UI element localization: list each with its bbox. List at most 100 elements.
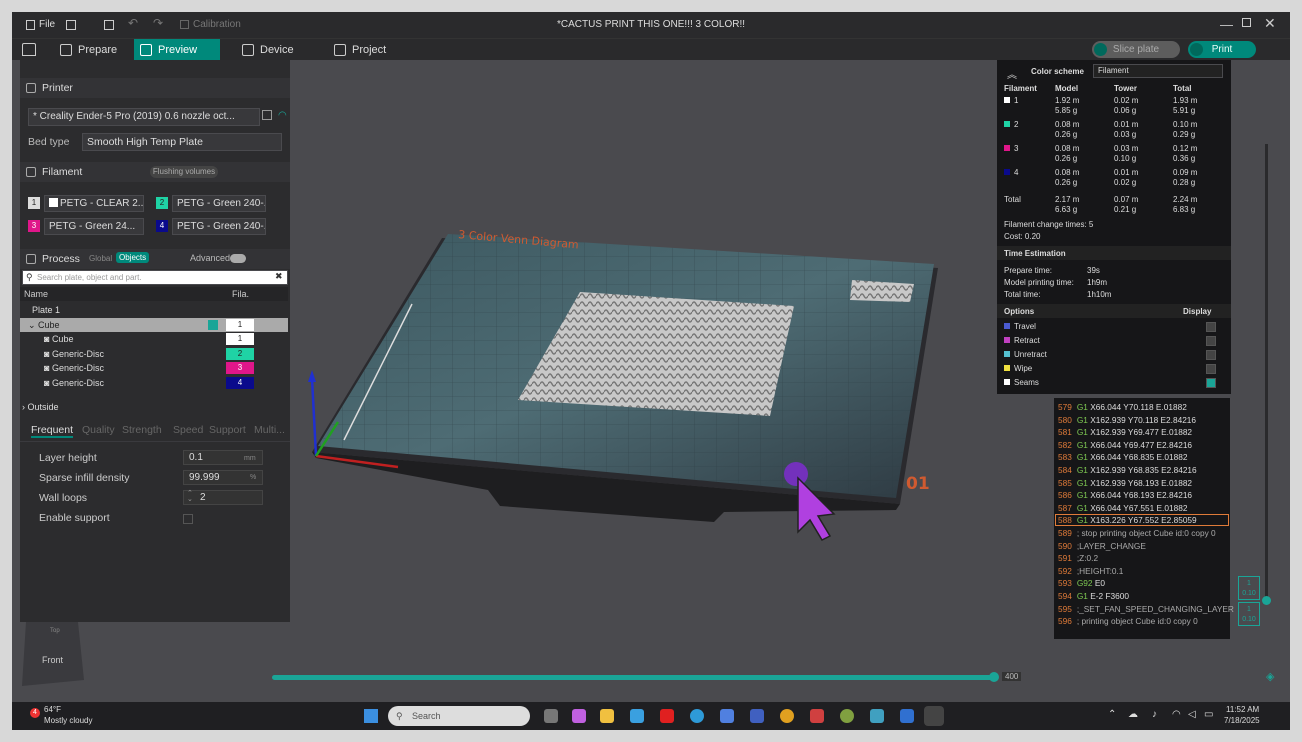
gcode-line[interactable]: 591 ;Z:0.2: [1058, 553, 1098, 563]
gcode-line[interactable]: 584 G1 X162.939 Y68.835 E2.84216: [1058, 465, 1197, 475]
tab-speed[interactable]: Speed: [173, 424, 203, 436]
gcode-line[interactable]: 579 G1 X66.044 Y70.118 E.01882: [1058, 402, 1187, 412]
tab-strength[interactable]: Strength: [122, 424, 162, 436]
object-search-input[interactable]: Search plate, object and part.: [22, 270, 288, 285]
fila-badge[interactable]: 4: [226, 376, 254, 389]
notepad-icon[interactable]: [870, 709, 884, 723]
gcode-line[interactable]: 587 G1 X66.044 Y67.551 E.01882: [1058, 503, 1187, 513]
wall-loops-input[interactable]: 2: [183, 490, 263, 505]
store-icon[interactable]: [720, 709, 734, 723]
retract-display-checkbox[interactable]: [1206, 336, 1216, 346]
tab-multi[interactable]: Multi...: [254, 424, 285, 436]
move-horizontal-slider[interactable]: [272, 675, 997, 680]
global-toggle[interactable]: Global: [89, 254, 112, 263]
tray-app-icon[interactable]: ☁: [1128, 709, 1138, 720]
clock-time[interactable]: 11:52 AM: [1226, 705, 1259, 714]
wifi-icon[interactable]: ◠: [1172, 709, 1181, 720]
move-slider-thumb[interactable]: [989, 672, 999, 682]
chrome-icon[interactable]: [780, 709, 794, 723]
volume-icon[interactable]: ◁: [1188, 709, 1196, 720]
tab-project[interactable]: Project: [328, 39, 408, 61]
edit-icon[interactable]: [262, 110, 272, 120]
filament-slot-1-select[interactable]: PETG - CLEAR 2...: [44, 195, 144, 212]
color-scheme-select[interactable]: Filament: [1093, 64, 1223, 78]
fila-badge[interactable]: 3: [226, 362, 254, 374]
task-view-icon[interactable]: [544, 709, 558, 723]
filament-slot-2-select[interactable]: PETG - Green 240-...: [172, 195, 266, 212]
collapse-icon[interactable]: ︽: [1007, 66, 1017, 81]
tab-prepare[interactable]: Prepare: [54, 39, 134, 61]
edge-icon[interactable]: [690, 709, 704, 723]
bed-type-select[interactable]: Smooth High Temp Plate: [82, 133, 282, 151]
gcode-line[interactable]: 589; stop printing object Cube id:0 copy…: [1058, 528, 1216, 538]
youtube-icon[interactable]: [660, 709, 674, 723]
close-icon[interactable]: ✕: [1264, 15, 1276, 32]
gcode-line[interactable]: 595 ;_SET_FAN_SPEED_CHANGING_LAYER: [1058, 604, 1234, 614]
tree-item-disc-2[interactable]: ◙ Generic-Disc 2: [20, 347, 288, 362]
tab-preview[interactable]: Preview: [134, 39, 220, 61]
layers-icon[interactable]: ◈: [1266, 670, 1274, 683]
gcode-line[interactable]: 590 ;LAYER_CHANGE: [1058, 541, 1146, 551]
objects-toggle[interactable]: Objects: [116, 252, 150, 263]
gcode-line[interactable]: 593 G92 E0: [1058, 578, 1105, 588]
layer-top-marker[interactable]: 1 0.10: [1238, 576, 1260, 600]
file-explorer-icon[interactable]: [600, 709, 614, 723]
fila-badge[interactable]: 1: [226, 333, 254, 345]
flushing-volumes-button[interactable]: Flushing volumes: [150, 166, 218, 178]
gcode-line[interactable]: 592 ;HEIGHT:0.1: [1058, 566, 1123, 576]
enable-support-checkbox[interactable]: [183, 514, 193, 524]
tree-item-outside[interactable]: › Outside: [20, 400, 288, 415]
taskbar-search-input[interactable]: ⚲ Search: [388, 706, 530, 726]
copilot-icon[interactable]: [572, 709, 586, 723]
app-icon[interactable]: [900, 709, 914, 723]
tree-item-cube-object[interactable]: ⌄ Cube 1: [20, 317, 288, 332]
tab-support[interactable]: Support: [209, 424, 246, 436]
battery-icon[interactable]: ▭: [1204, 709, 1213, 720]
filament-slot-4-select[interactable]: PETG - Green 240-...: [172, 218, 266, 235]
clock-date[interactable]: 7/18/2025: [1224, 716, 1260, 725]
minimize-icon[interactable]: —: [1220, 17, 1233, 32]
checkbox-icon[interactable]: [208, 319, 218, 330]
advanced-toggle[interactable]: [230, 254, 246, 263]
app-icon[interactable]: [750, 709, 764, 723]
gcode-line[interactable]: 596; printing object Cube id:0 copy 0: [1058, 616, 1198, 626]
maximize-icon[interactable]: [1242, 18, 1251, 27]
wipe-display-checkbox[interactable]: [1206, 364, 1216, 374]
app-icon[interactable]: [810, 709, 824, 723]
gcode-line[interactable]: 583 G1 X66.044 Y68.835 E.01882: [1058, 452, 1187, 462]
slice-plate-button[interactable]: Slice plate: [1092, 41, 1180, 58]
print-button[interactable]: Print: [1188, 41, 1256, 58]
fila-badge[interactable]: 1: [226, 318, 254, 331]
gcode-line[interactable]: 586 G1 X66.044 Y68.193 E2.84216: [1058, 490, 1192, 500]
tree-item-plate[interactable]: Plate 1: [20, 303, 288, 318]
travel-display-checkbox[interactable]: [1206, 322, 1216, 332]
tab-device[interactable]: Device: [236, 39, 316, 61]
clear-search-icon[interactable]: ✖: [275, 271, 283, 282]
printer-select[interactable]: * Creality Ender-5 Pro (2019) 0.6 nozzle…: [28, 108, 260, 126]
gcode-line[interactable]: 588 G1 X163.226 Y67.552 E2.85059: [1055, 514, 1229, 527]
windows-start-icon[interactable]: [364, 709, 378, 723]
gcode-line[interactable]: 594 G1 E-2 F3600: [1058, 591, 1129, 601]
microphone-icon[interactable]: ♪: [1152, 709, 1157, 720]
weather-desc[interactable]: Mostly cloudy: [44, 716, 92, 725]
tree-item-cube-part[interactable]: ◙ Cube 1: [20, 332, 288, 347]
process-section-header[interactable]: Process: [20, 249, 290, 269]
gcode-line[interactable]: 580 G1 X162.939 Y70.118 E2.84216: [1058, 415, 1196, 425]
unretract-display-checkbox[interactable]: [1206, 350, 1216, 360]
layer-vertical-slider[interactable]: [1265, 144, 1268, 604]
gcode-line[interactable]: 581 G1 X162.939 Y69.477 E.01882: [1058, 427, 1192, 437]
gcode-line[interactable]: 585 G1 X162.939 Y68.193 E.01882: [1058, 478, 1192, 488]
stepper-icon[interactable]: ⌃ ⌄: [187, 490, 193, 503]
app-icon[interactable]: [840, 709, 854, 723]
tree-item-disc-3[interactable]: ◙ Generic-Disc 3: [20, 361, 288, 376]
tree-item-disc-4[interactable]: ◙ Generic-Disc 4: [20, 376, 288, 391]
orca-slicer-icon[interactable]: [924, 706, 944, 726]
printer-section-header[interactable]: Printer: [20, 78, 290, 98]
home-icon[interactable]: [22, 43, 36, 56]
gcode-line[interactable]: 582 G1 X66.044 Y69.477 E2.84216: [1058, 440, 1192, 450]
layer-slider-thumb[interactable]: [1262, 596, 1271, 605]
wifi-icon[interactable]: ◠: [278, 110, 287, 121]
search-app-icon[interactable]: [630, 709, 644, 723]
tray-chevron-icon[interactable]: ⌃: [1108, 709, 1116, 720]
seams-display-checkbox[interactable]: [1206, 378, 1216, 388]
